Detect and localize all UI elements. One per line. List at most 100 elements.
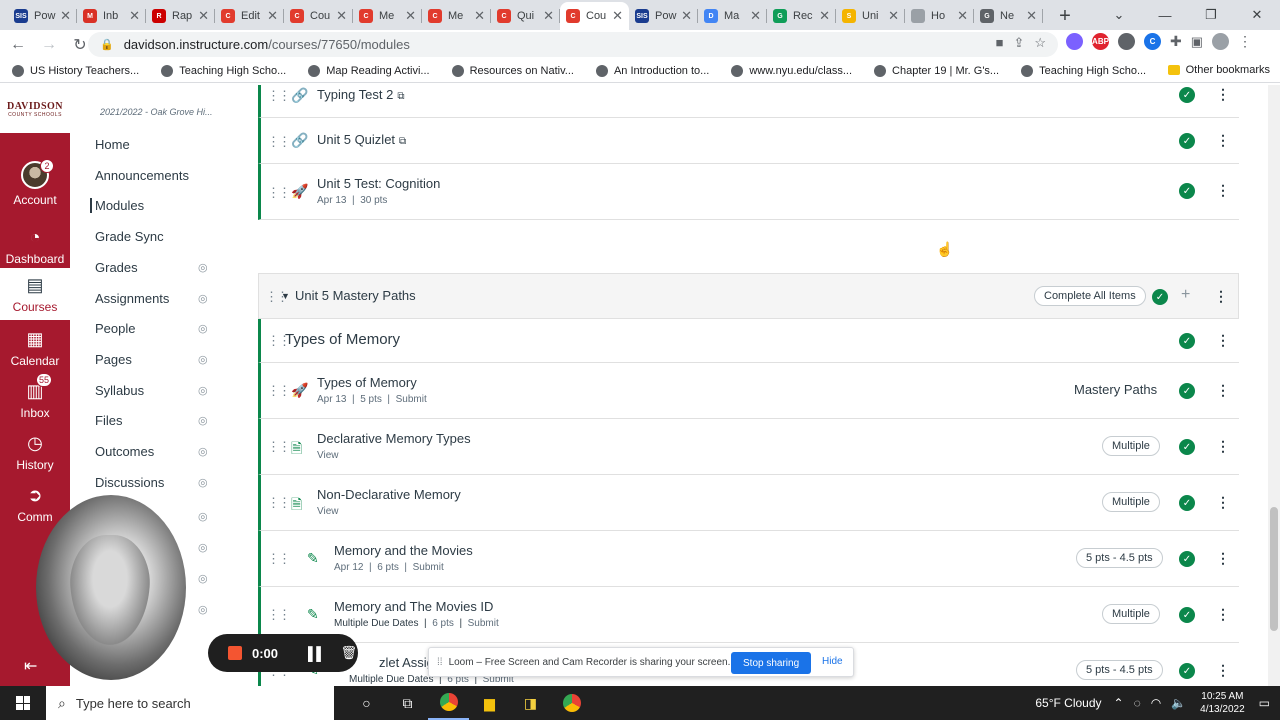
close-tab-icon[interactable]: ✕ [60, 8, 71, 24]
course-nav-assignments[interactable]: Assignments [95, 291, 169, 306]
close-tab-icon[interactable]: ✕ [1026, 8, 1037, 24]
close-tab-icon[interactable]: ✕ [750, 8, 761, 24]
system-clock[interactable]: 10:25 AM 4/13/2022 [1200, 690, 1245, 716]
main-scrollbar[interactable] [1268, 85, 1280, 686]
item-menu-icon[interactable]: ⋮ [1216, 332, 1230, 349]
stop-sharing-button[interactable]: Stop sharing [731, 652, 812, 674]
browser-tab[interactable]: G Rec ✕ [767, 2, 836, 30]
browser-tab[interactable]: C Me ✕ [422, 2, 491, 30]
item-menu-icon[interactable]: ⋮ [1216, 494, 1230, 511]
close-tab-icon[interactable]: ✕ [129, 8, 140, 24]
course-nav-grades[interactable]: Grades [95, 260, 138, 275]
global-nav-account[interactable]: 2 Account [0, 159, 70, 207]
caret-down-icon[interactable]: ▼ [281, 291, 290, 301]
profile-avatar[interactable] [1212, 33, 1230, 50]
drag-handle-icon[interactable]: ⋮⋮ [267, 185, 291, 201]
chevron-up-icon[interactable]: ⌃ [1114, 696, 1124, 710]
close-tab-icon[interactable]: ✕ [474, 8, 485, 24]
bookmark-item[interactable]: Map Reading Activi... [308, 64, 430, 77]
browser-tab[interactable]: C Cou ✕ [284, 2, 353, 30]
task-view-icon[interactable]: ⧉ [387, 686, 428, 720]
item-title[interactable]: Unit 5 Quizlet ⧉ [317, 132, 406, 147]
file-explorer-icon[interactable]: ▆ [469, 686, 510, 720]
windows-start-icon[interactable] [0, 686, 46, 720]
item-title[interactable]: Typing Test 2 ⧉ [317, 87, 405, 102]
module-item-typing-test-2[interactable]: ⋮⋮ 🔗 Typing Test 2 ⧉ ✓ ⋮ [258, 85, 1239, 118]
tab-search-icon[interactable]: ⌄ [1096, 0, 1142, 30]
chrome-profile-icon[interactable] [551, 686, 592, 720]
browser-tab[interactable]: R Rap ✕ [146, 2, 215, 30]
course-nav-modules[interactable]: Modules [90, 198, 144, 214]
browser-tab[interactable]: SIS Pow ✕ [8, 2, 77, 30]
close-tab-icon[interactable]: ✕ [681, 8, 692, 24]
hide-button[interactable]: Hide [822, 656, 843, 667]
drag-handle-icon[interactable]: ⋮⋮ [267, 551, 291, 567]
add-item-icon[interactable]: + [1181, 286, 1190, 304]
ext-generic-icon[interactable] [1118, 33, 1135, 50]
taskbar-search-input[interactable]: ⌕ Type here to search [46, 686, 334, 720]
item-title[interactable]: Declarative Memory Types [317, 431, 471, 446]
drag-handle-icon[interactable]: ⋮⋮ [267, 88, 291, 104]
pause-icon[interactable]: ▌▌ [308, 646, 325, 661]
notifications-icon[interactable]: ▭ [1259, 696, 1270, 710]
item-menu-icon[interactable]: ⋮ [1216, 550, 1230, 567]
global-nav-inbox[interactable]: ▥ 55 Inbox [0, 373, 70, 420]
close-tab-icon[interactable]: ✕ [612, 8, 623, 24]
bookmark-item[interactable]: www.nyu.edu/class... [731, 64, 852, 77]
chrome-taskbar-icon[interactable] [428, 686, 469, 720]
module-title[interactable]: Unit 5 Mastery Paths [295, 288, 416, 303]
global-nav-commons[interactable]: ➲ Comm [0, 483, 70, 525]
course-nav-home[interactable]: Home [95, 137, 130, 152]
browser-tab[interactable]: Ho ✕ [905, 2, 974, 30]
browser-tab[interactable]: S Uni ✕ [836, 2, 905, 30]
bookmark-item[interactable]: Chapter 19 | Mr. G's... [874, 64, 999, 77]
item-menu-icon[interactable]: ⋮ [1216, 662, 1230, 679]
mastery-paths-link[interactable]: Mastery Paths [1074, 382, 1157, 397]
item-menu-icon[interactable]: ⋮ [1216, 438, 1230, 455]
volume-icon[interactable]: 🔈 [1171, 696, 1186, 710]
browser-tab[interactable]: C Edit ✕ [215, 2, 284, 30]
maximize-button[interactable]: ❐ [1188, 0, 1234, 30]
collapse-nav-icon[interactable]: ⇤ [24, 656, 37, 676]
item-title[interactable]: zlet Assig [379, 655, 434, 670]
close-window-button[interactable]: ✕ [1234, 0, 1280, 30]
browser-tab[interactable]: C Cou ✕ [560, 2, 629, 30]
close-tab-icon[interactable]: ✕ [405, 8, 416, 24]
course-nav-announcements[interactable]: Announcements [95, 168, 189, 183]
module-header-unit5-mastery[interactable]: ⋮⋮ ▼ Unit 5 Mastery Paths Complete All I… [258, 273, 1239, 319]
new-tab-button[interactable]: + [1051, 2, 1079, 30]
module-item-memory-and-movies[interactable]: ⋮⋮ ✎ Memory and the Movies Apr 12 | 6 pt… [258, 531, 1239, 587]
item-title[interactable]: Types of Memory [317, 375, 417, 390]
cortana-icon[interactable]: ○ [346, 686, 387, 720]
bookmark-item[interactable]: An Introduction to... [595, 64, 709, 77]
global-nav-history[interactable]: ◷ History [0, 431, 70, 473]
browser-tab[interactable]: G Ne ✕ [974, 2, 1043, 30]
course-nav-syllabus[interactable]: Syllabus [95, 383, 144, 398]
close-tab-icon[interactable]: ✕ [543, 8, 554, 24]
item-menu-icon[interactable]: ⋮ [1216, 606, 1230, 623]
course-nav-files[interactable]: Files [95, 413, 122, 428]
browser-tab[interactable]: D Ma ✕ [698, 2, 767, 30]
stop-recording-icon[interactable] [228, 646, 242, 660]
side-panel-icon[interactable]: ▣ [1191, 34, 1203, 50]
course-nav-discussions[interactable]: Discussions [95, 475, 164, 490]
module-item-types-of-memory-quiz[interactable]: ⋮⋮ 🚀 Types of Memory Apr 13 | 5 pts | Su… [258, 363, 1239, 419]
drag-grip-icon[interactable]: ⁞⁞ [437, 657, 443, 668]
close-tab-icon[interactable]: ✕ [819, 8, 830, 24]
back-button[interactable]: ← [5, 32, 31, 58]
close-tab-icon[interactable]: ✕ [957, 8, 968, 24]
course-nav-people[interactable]: People [95, 321, 135, 336]
item-menu-icon[interactable]: ⋮ [1216, 86, 1230, 103]
item-menu-icon[interactable]: ⋮ [1216, 182, 1230, 199]
module-menu-icon[interactable]: ⋮ [1214, 288, 1228, 305]
wifi-icon[interactable]: ◠ [1151, 696, 1161, 710]
url-bar[interactable]: 🔒 davidson.instructure.com/courses/77650… [88, 32, 1058, 57]
drag-handle-icon[interactable]: ⋮⋮ [267, 607, 291, 623]
bookmark-star-icon[interactable]: ☆ [1034, 35, 1046, 51]
camera-icon[interactable]: ■ [996, 35, 1004, 51]
global-nav-courses[interactable]: ▤ Courses [0, 268, 70, 320]
item-title[interactable]: Non-Declarative Memory [317, 487, 461, 502]
share-icon[interactable]: ⇪ [1013, 35, 1024, 51]
course-nav-grade-sync[interactable]: Grade Sync [95, 229, 164, 244]
module-item-non-declarative-memory[interactable]: ⋮⋮ 🗎 Non-Declarative Memory View Multipl… [258, 475, 1239, 531]
